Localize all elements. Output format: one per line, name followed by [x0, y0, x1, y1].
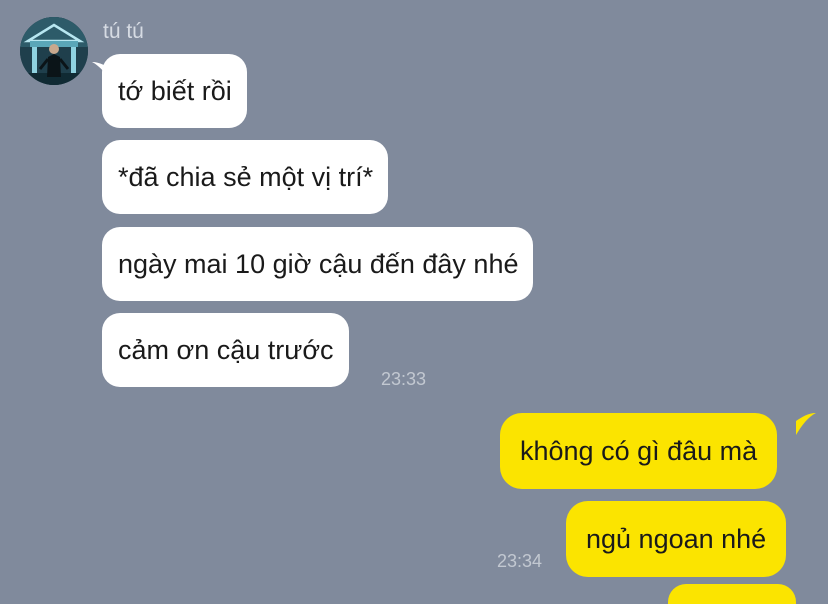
message-text: tớ biết rồi [118, 76, 232, 106]
message-text: ngày mai 10 giờ cậu đến đây nhé [118, 249, 519, 279]
message-text: cảm ơn cậu trước [118, 335, 334, 365]
incoming-message-location[interactable]: *đã chia sẻ một vị trí* [102, 140, 389, 214]
contact-avatar[interactable] [20, 17, 88, 85]
avatar-photo-icon [20, 17, 88, 85]
incoming-message[interactable]: ngày mai 10 giờ cậu đến đây nhé [102, 227, 534, 301]
outgoing-message[interactable]: không có gì đâu mà [500, 413, 778, 489]
incoming-message[interactable]: tớ biết rồi [102, 54, 247, 128]
outgoing-message[interactable]: ngủ ngoan nhé [566, 501, 787, 577]
next-outgoing-bubble-partial[interactable] [668, 584, 796, 604]
outgoing-bubble-tail [796, 413, 816, 435]
incoming-message[interactable]: cảm ơn cậu trước [102, 313, 349, 387]
sender-name: tú tú [103, 20, 144, 43]
message-timestamp: 23:33 [381, 369, 427, 389]
message-text: *đã chia sẻ một vị trí* [118, 162, 374, 192]
message-text: ngủ ngoan nhé [586, 524, 767, 554]
message-timestamp: 23:34 [497, 551, 543, 571]
message-text: không có gì đâu mà [520, 436, 758, 466]
